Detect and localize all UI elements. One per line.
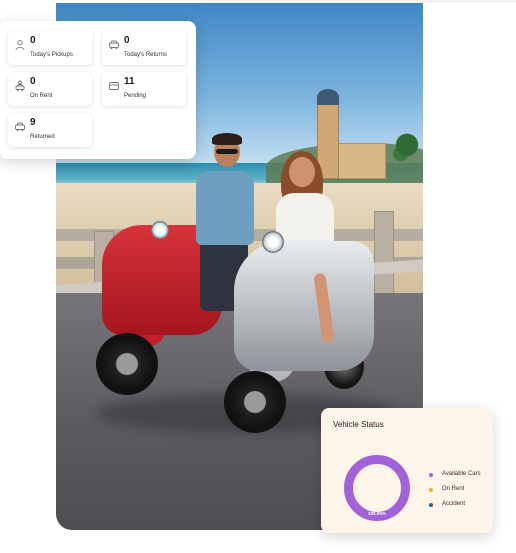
stat-card-pending[interactable]: 11 Pending xyxy=(102,72,186,106)
card-icon xyxy=(109,82,119,90)
man-hair xyxy=(212,133,242,145)
railing-post xyxy=(374,211,394,299)
dashboard-promo: 0 Today's Pickups 0 Today's Returns 0 On… xyxy=(0,0,516,553)
car-icon xyxy=(109,40,119,50)
red-scooter-headlight xyxy=(151,221,169,239)
stat-card-todays-pickups[interactable]: 0 Today's Pickups xyxy=(8,31,92,65)
stat-card-returned[interactable]: 9 Returned xyxy=(8,113,92,147)
legend-label: On Rent xyxy=(442,486,465,492)
car-icon xyxy=(15,122,25,132)
stat-value: 0 xyxy=(30,76,36,87)
legend-dot xyxy=(429,473,433,477)
donut-percent-label: 100.00% xyxy=(368,511,386,516)
stats-panel: 0 Today's Pickups 0 Today's Returns 0 On… xyxy=(0,21,196,159)
stat-label: On Rent xyxy=(30,93,53,99)
building xyxy=(332,143,386,179)
person-car-icon xyxy=(15,80,25,92)
vehicle-status-title: Vehicle Status xyxy=(333,420,384,429)
man-sunglasses xyxy=(216,149,238,154)
user-icon xyxy=(15,39,25,51)
stat-card-todays-returns[interactable]: 0 Today's Returns xyxy=(102,31,186,65)
legend-label: Accident xyxy=(442,501,466,507)
silver-scooter xyxy=(234,241,374,371)
stat-card-on-rent[interactable]: 0 On Rent xyxy=(8,72,92,106)
palm-tree xyxy=(391,131,423,177)
stat-label: Returned xyxy=(30,134,55,140)
vehicle-status-card: Vehicle Status 100.00% Available Cars On… xyxy=(321,408,493,533)
legend-dot xyxy=(429,488,433,492)
silver-scooter-wheel xyxy=(224,371,286,433)
stat-label: Today's Returns xyxy=(124,52,167,58)
stat-value: 11 xyxy=(124,76,135,87)
tower-dome xyxy=(317,89,339,105)
stat-label: Pending xyxy=(124,93,147,99)
legend-dot xyxy=(429,503,433,507)
stat-value: 0 xyxy=(30,35,36,46)
vehicle-status-donut-chart: 100.00% xyxy=(344,455,410,521)
woman-head xyxy=(289,157,315,187)
man-shirt xyxy=(196,171,254,245)
stat-label: Today's Pickups xyxy=(30,52,73,58)
red-scooter-wheel xyxy=(96,333,158,395)
legend-label: Available Cars xyxy=(442,471,481,477)
donut-slice-available-cars[interactable] xyxy=(344,455,410,521)
silver-scooter-headlight xyxy=(262,231,284,253)
stat-value: 0 xyxy=(124,35,130,46)
stat-value: 9 xyxy=(30,117,36,128)
